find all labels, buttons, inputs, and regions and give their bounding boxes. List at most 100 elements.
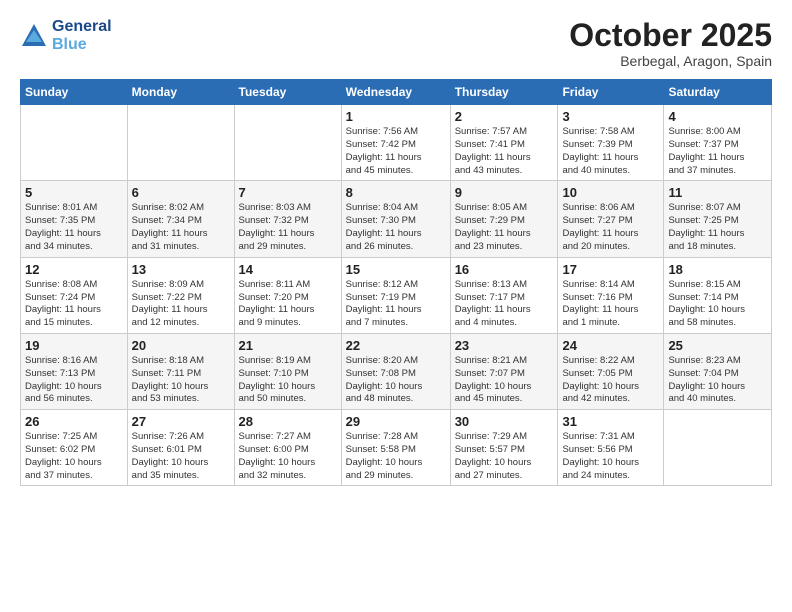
day-number: 20 bbox=[132, 338, 230, 353]
logo: General Blue bbox=[20, 18, 112, 53]
calendar-cell: 23Sunrise: 8:21 AMSunset: 7:07 PMDayligh… bbox=[450, 333, 558, 409]
day-info: Sunrise: 7:56 AMSunset: 7:42 PMDaylight:… bbox=[346, 126, 446, 177]
calendar-cell: 4Sunrise: 8:00 AMSunset: 7:37 PMDaylight… bbox=[664, 105, 772, 181]
calendar-cell: 19 Sunrise: 8:16 AMSunset: 7:13 PMDayligh… bbox=[21, 333, 128, 409]
day-number: 30 bbox=[455, 414, 554, 429]
calendar-cell: 13Sunrise: 8:09 AMSunset: 7:22 PMDayligh… bbox=[127, 257, 234, 333]
day-number: 12 bbox=[25, 262, 123, 277]
day-info: Sunrise: 8:07 AMSunset: 7:25 PMDaylight:… bbox=[668, 202, 767, 253]
day-info: Sunrise: 8:12 AMSunset: 7:19 PMDaylight:… bbox=[346, 279, 446, 330]
page: General Blue October 2025 Berbegal, Arag… bbox=[0, 0, 792, 612]
calendar-cell bbox=[664, 410, 772, 486]
day-info: Sunrise: 8:16 AMSunset: 7:13 PMDaylight:… bbox=[25, 355, 123, 406]
calendar-week-row: 5Sunrise: 8:01 AMSunset: 7:35 PMDaylight… bbox=[21, 181, 772, 257]
day-info: Sunrise: 8:21 AMSunset: 7:07 PMDaylight:… bbox=[455, 355, 554, 406]
day-number: 2 bbox=[455, 109, 554, 124]
day-number: 3 bbox=[562, 109, 659, 124]
day-info: Sunrise: 8:00 AMSunset: 7:37 PMDaylight:… bbox=[668, 126, 767, 177]
day-info: Sunrise: 8:14 AMSunset: 7:16 PMDaylight:… bbox=[562, 279, 659, 330]
day-number: 16 bbox=[455, 262, 554, 277]
day-info: Sunrise: 7:58 AMSunset: 7:39 PMDaylight:… bbox=[562, 126, 659, 177]
day-info: Sunrise: 8:23 AMSunset: 7:04 PMDaylight:… bbox=[668, 355, 767, 406]
weekday-header-tuesday: Tuesday bbox=[234, 80, 341, 105]
day-info: Sunrise: 8:11 AMSunset: 7:20 PMDaylight:… bbox=[239, 279, 337, 330]
calendar-cell: 28 Sunrise: 7:27 AMSunset: 6:00 PMDayligh… bbox=[234, 410, 341, 486]
calendar-cell: 7Sunrise: 8:03 AMSunset: 7:32 PMDaylight… bbox=[234, 181, 341, 257]
day-info: Sunrise: 8:02 AMSunset: 7:34 PMDaylight:… bbox=[132, 202, 230, 253]
calendar-table: SundayMondayTuesdayWednesdayThursdayFrid… bbox=[20, 79, 772, 486]
location-subtitle: Berbegal, Aragon, Spain bbox=[569, 53, 772, 69]
day-info: Sunrise: 8:20 AMSunset: 7:08 PMDaylight:… bbox=[346, 355, 446, 406]
calendar-week-row: 12 Sunrise: 8:08 AMSunset: 7:24 PMDayligh… bbox=[21, 257, 772, 333]
day-info: Sunrise: 8:08 AMSunset: 7:24 PMDaylight:… bbox=[25, 279, 123, 330]
calendar-cell: 25 Sunrise: 8:23 AMSunset: 7:04 PMDayligh… bbox=[664, 333, 772, 409]
header: General Blue October 2025 Berbegal, Arag… bbox=[20, 18, 772, 69]
calendar-cell: 8 Sunrise: 8:04 AMSunset: 7:30 PMDaylight… bbox=[341, 181, 450, 257]
day-number: 8 bbox=[346, 185, 446, 200]
calendar-cell bbox=[127, 105, 234, 181]
day-info: Sunrise: 8:15 AMSunset: 7:14 PMDaylight:… bbox=[668, 279, 767, 330]
day-info: Sunrise: 8:03 AMSunset: 7:32 PMDaylight:… bbox=[239, 202, 337, 253]
calendar-cell: 26 Sunrise: 7:25 AMSunset: 6:02 PMDayligh… bbox=[21, 410, 128, 486]
calendar-cell: 14 Sunrise: 8:11 AMSunset: 7:20 PMDayligh… bbox=[234, 257, 341, 333]
day-number: 28 bbox=[239, 414, 337, 429]
day-number: 31 bbox=[562, 414, 659, 429]
calendar-cell: 1 Sunrise: 7:56 AMSunset: 7:42 PMDaylight… bbox=[341, 105, 450, 181]
month-title: October 2025 bbox=[569, 18, 772, 53]
day-number: 5 bbox=[25, 185, 123, 200]
day-info: Sunrise: 8:09 AMSunset: 7:22 PMDaylight:… bbox=[132, 279, 230, 330]
day-info: Sunrise: 8:18 AMSunset: 7:11 PMDaylight:… bbox=[132, 355, 230, 406]
calendar-week-row: 26 Sunrise: 7:25 AMSunset: 6:02 PMDayligh… bbox=[21, 410, 772, 486]
calendar-cell: 9 Sunrise: 8:05 AMSunset: 7:29 PMDaylight… bbox=[450, 181, 558, 257]
calendar-cell: 6 Sunrise: 8:02 AMSunset: 7:34 PMDaylight… bbox=[127, 181, 234, 257]
day-number: 21 bbox=[239, 338, 337, 353]
day-number: 26 bbox=[25, 414, 123, 429]
weekday-header-saturday: Saturday bbox=[664, 80, 772, 105]
day-number: 1 bbox=[346, 109, 446, 124]
calendar-cell: 31Sunrise: 7:31 AMSunset: 5:56 PMDayligh… bbox=[558, 410, 664, 486]
weekday-header-friday: Friday bbox=[558, 80, 664, 105]
calendar-cell: 30 Sunrise: 7:29 AMSunset: 5:57 PMDayligh… bbox=[450, 410, 558, 486]
day-info: Sunrise: 7:25 AMSunset: 6:02 PMDaylight:… bbox=[25, 431, 123, 482]
day-number: 9 bbox=[455, 185, 554, 200]
day-number: 27 bbox=[132, 414, 230, 429]
day-number: 15 bbox=[346, 262, 446, 277]
calendar-cell: 12 Sunrise: 8:08 AMSunset: 7:24 PMDayligh… bbox=[21, 257, 128, 333]
weekday-header-thursday: Thursday bbox=[450, 80, 558, 105]
day-info: Sunrise: 7:29 AMSunset: 5:57 PMDaylight:… bbox=[455, 431, 554, 482]
day-number: 10 bbox=[562, 185, 659, 200]
day-number: 17 bbox=[562, 262, 659, 277]
weekday-header-row: SundayMondayTuesdayWednesdayThursdayFrid… bbox=[21, 80, 772, 105]
day-info: Sunrise: 8:04 AMSunset: 7:30 PMDaylight:… bbox=[346, 202, 446, 253]
day-info: Sunrise: 8:06 AMSunset: 7:27 PMDaylight:… bbox=[562, 202, 659, 253]
day-info: Sunrise: 7:26 AMSunset: 6:01 PMDaylight:… bbox=[132, 431, 230, 482]
calendar-cell: 22Sunrise: 8:20 AMSunset: 7:08 PMDayligh… bbox=[341, 333, 450, 409]
day-number: 25 bbox=[668, 338, 767, 353]
day-info: Sunrise: 8:13 AMSunset: 7:17 PMDaylight:… bbox=[455, 279, 554, 330]
calendar-cell: 29 Sunrise: 7:28 AMSunset: 5:58 PMDayligh… bbox=[341, 410, 450, 486]
day-number: 19 bbox=[25, 338, 123, 353]
calendar-cell: 17 Sunrise: 8:14 AMSunset: 7:16 PMDayligh… bbox=[558, 257, 664, 333]
day-number: 6 bbox=[132, 185, 230, 200]
calendar-cell: 16 Sunrise: 8:13 AMSunset: 7:17 PMDayligh… bbox=[450, 257, 558, 333]
calendar-cell: 21 Sunrise: 8:19 AMSunset: 7:10 PMDayligh… bbox=[234, 333, 341, 409]
calendar-cell: 5Sunrise: 8:01 AMSunset: 7:35 PMDaylight… bbox=[21, 181, 128, 257]
day-info: Sunrise: 8:19 AMSunset: 7:10 PMDaylight:… bbox=[239, 355, 337, 406]
calendar-week-row: 19 Sunrise: 8:16 AMSunset: 7:13 PMDayligh… bbox=[21, 333, 772, 409]
calendar-cell: 24Sunrise: 8:22 AMSunset: 7:05 PMDayligh… bbox=[558, 333, 664, 409]
day-info: Sunrise: 8:22 AMSunset: 7:05 PMDaylight:… bbox=[562, 355, 659, 406]
calendar-cell bbox=[21, 105, 128, 181]
calendar-cell: 20 Sunrise: 8:18 AMSunset: 7:11 PMDayligh… bbox=[127, 333, 234, 409]
day-number: 29 bbox=[346, 414, 446, 429]
calendar-cell: 2Sunrise: 7:57 AMSunset: 7:41 PMDaylight… bbox=[450, 105, 558, 181]
calendar-cell: 27 Sunrise: 7:26 AMSunset: 6:01 PMDayligh… bbox=[127, 410, 234, 486]
calendar-cell bbox=[234, 105, 341, 181]
day-info: Sunrise: 7:28 AMSunset: 5:58 PMDaylight:… bbox=[346, 431, 446, 482]
calendar-cell: 11 Sunrise: 8:07 AMSunset: 7:25 PMDayligh… bbox=[664, 181, 772, 257]
day-number: 14 bbox=[239, 262, 337, 277]
day-info: Sunrise: 7:27 AMSunset: 6:00 PMDaylight:… bbox=[239, 431, 337, 482]
day-number: 11 bbox=[668, 185, 767, 200]
calendar-week-row: 1 Sunrise: 7:56 AMSunset: 7:42 PMDaylight… bbox=[21, 105, 772, 181]
day-info: Sunrise: 8:05 AMSunset: 7:29 PMDaylight:… bbox=[455, 202, 554, 253]
logo-icon bbox=[20, 22, 48, 50]
